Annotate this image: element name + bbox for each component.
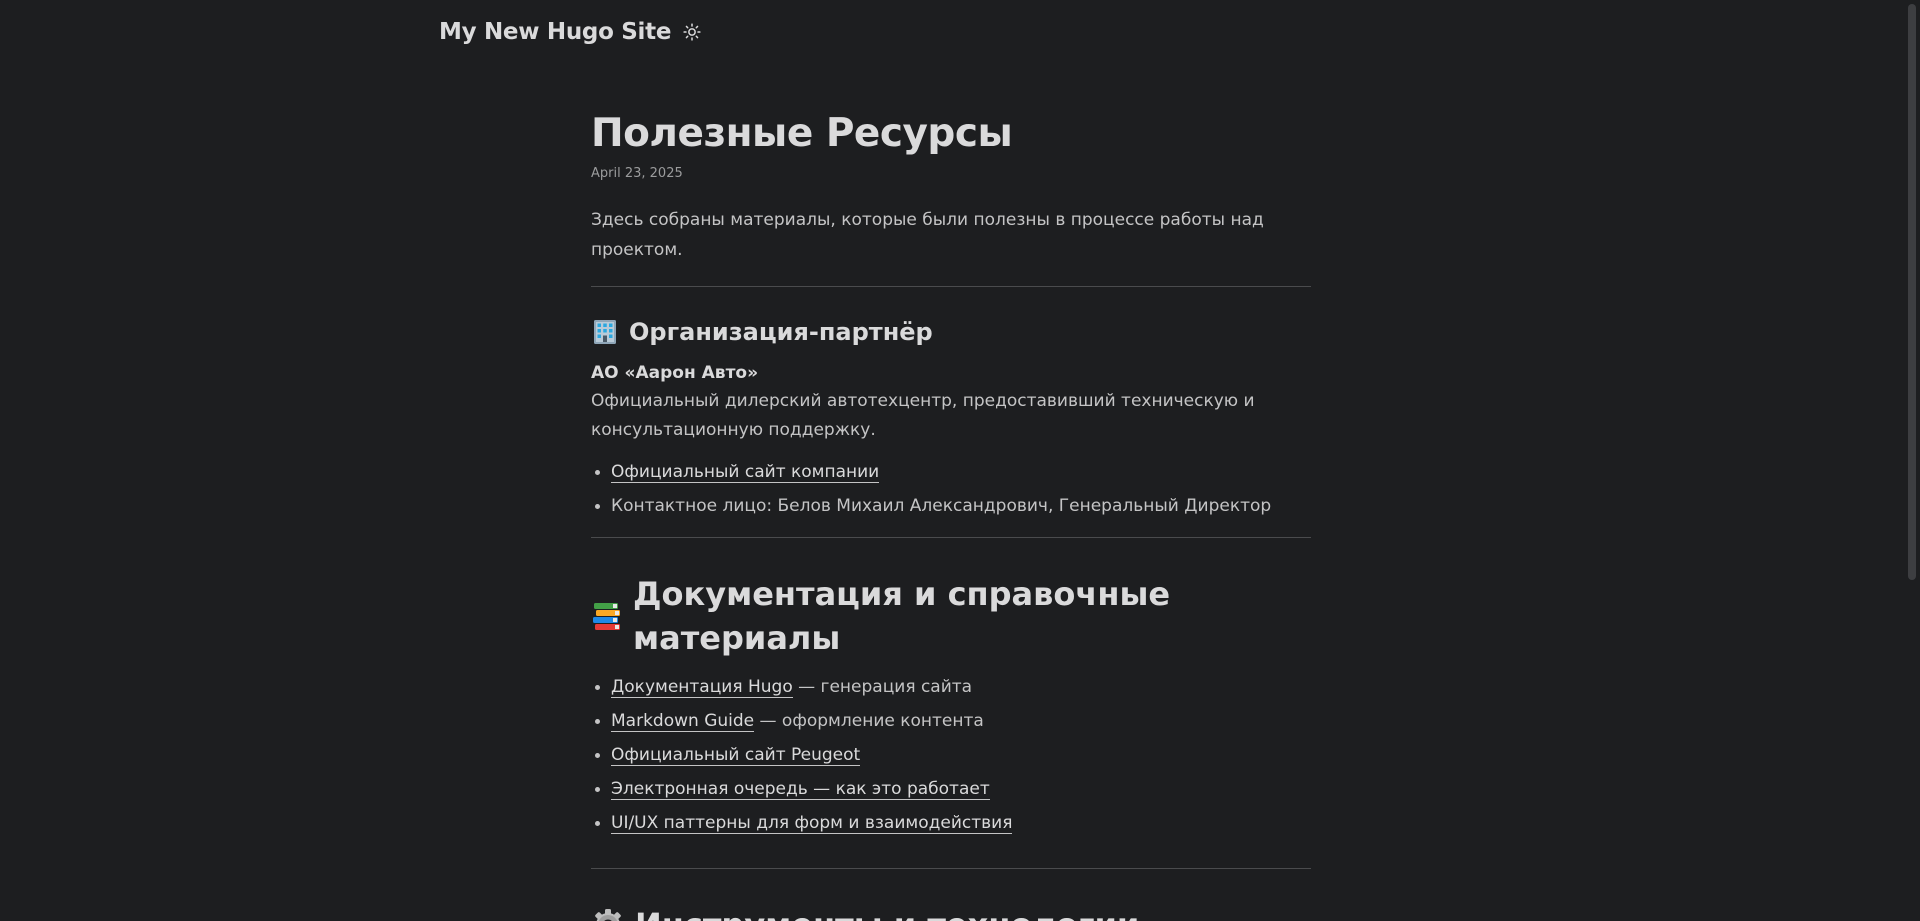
partner-list: Официальный сайт компании Контактное лиц… [591, 455, 1311, 523]
page-title: Полезные Ресурсы [591, 111, 1013, 156]
post-content: Полезные Ресурсы April 23, 2025 Здесь со… [591, 106, 1311, 921]
e-queue-link[interactable]: Электронная очередь — как это работает [611, 779, 990, 799]
org-description-line: консультационную поддержку. [591, 420, 876, 440]
section-divider [591, 868, 1311, 869]
site-title-link[interactable]: My New Hugo Site [439, 19, 671, 45]
section-heading-docs: Документация и справочные материалы [591, 572, 1311, 660]
list-item: Markdown Guide — оформление контента [595, 704, 1311, 738]
org-name: АО «Аарон Авто» [591, 363, 759, 383]
list-item-description: — оформление контента [754, 711, 984, 731]
docs-list: Документация Hugo — генерация сайта Mark… [591, 670, 1311, 840]
list-item: Электронная очередь — как это работает [595, 772, 1311, 806]
list-item: Контактное лицо: Белов Михаил Александро… [595, 489, 1311, 523]
books-icon [591, 600, 623, 632]
org-description: Официальный дилерский автотехцентр, пред… [591, 387, 1311, 445]
org-description-line: Официальный дилерский автотехцентр, пред… [591, 391, 1255, 411]
list-item: Официальный сайт компании [595, 455, 1311, 489]
section-divider [591, 286, 1311, 287]
contact-person-text: Контактное лицо: Белов Михаил Александро… [611, 496, 1272, 516]
page: My New Hugo Site Полезные Ресурсы April … [0, 0, 1920, 921]
markdown-guide-link[interactable]: Markdown Guide [611, 711, 754, 731]
sun-icon[interactable] [681, 21, 703, 43]
ui-ux-patterns-link[interactable]: UI/UX паттерны для форм и взаимодействия [611, 813, 1012, 833]
section-heading-partner: Организация-партнёр [591, 315, 1311, 349]
peugeot-site-link[interactable]: Официальный сайт Peugeot [611, 745, 860, 765]
hugo-docs-link[interactable]: Документация Hugo [611, 677, 793, 697]
list-item-description: — генерация сайта [792, 677, 973, 697]
post-date: April 23, 2025 [591, 166, 683, 181]
list-item: Официальный сайт Peugeot [595, 738, 1311, 772]
site-header: My New Hugo Site [439, 14, 703, 50]
section-heading-tools: Инструменты и технологии [591, 903, 1311, 921]
list-item: Документация Hugo — генерация сайта [595, 670, 1311, 704]
section-heading-text: Организация-партнёр [629, 318, 933, 346]
company-site-link[interactable]: Официальный сайт компании [611, 462, 879, 482]
scrollbar-thumb[interactable] [1908, 4, 1916, 580]
list-item: UI/UX паттерны для форм и взаимодействия [595, 806, 1311, 840]
gear-icon [591, 908, 625, 921]
scrollbar[interactable] [1904, 0, 1920, 921]
section-heading-text: Инструменты и технологии [635, 903, 1139, 921]
office-building-icon [591, 318, 619, 346]
intro-paragraph: Здесь собраны материалы, которые были по… [591, 210, 1264, 260]
section-heading-text: Документация и справочные материалы [633, 575, 1171, 657]
section-divider [591, 537, 1311, 538]
